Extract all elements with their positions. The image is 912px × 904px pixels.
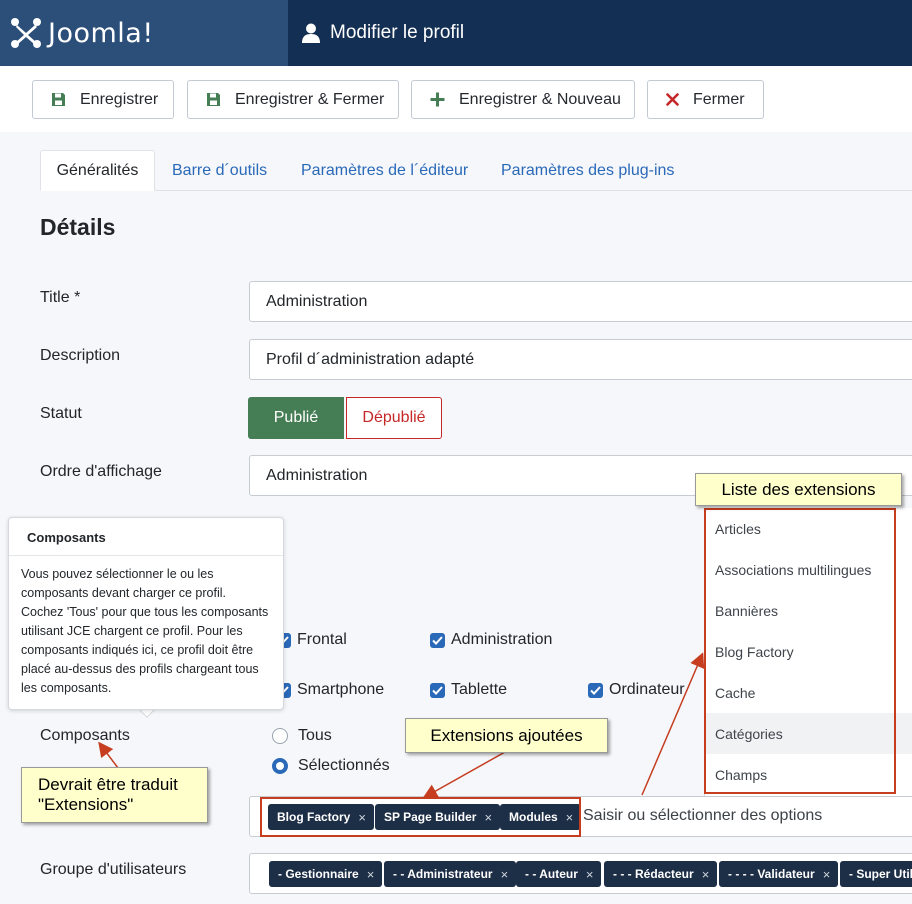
close-icon — [666, 93, 679, 106]
chip-validateur: - - - - Validateur × — [719, 861, 839, 887]
radio-label: Tous — [298, 727, 332, 744]
title-value: Administration — [266, 292, 368, 310]
save-new-label: Enregistrer & Nouveau — [459, 90, 621, 108]
joomla-logo-icon — [11, 18, 41, 48]
checkbox-ordinateur[interactable]: Ordinateur — [588, 681, 685, 699]
checkbox-tablette[interactable]: Tablette — [430, 681, 507, 699]
save-button[interactable]: Enregistrer — [32, 80, 174, 119]
chip-label: - - Administrateur — [393, 867, 493, 881]
remove-icon[interactable]: × — [823, 867, 831, 882]
page-title: Modifier le profil — [302, 0, 464, 66]
logo[interactable]: Joomla! — [0, 0, 288, 66]
checkbox-administration[interactable]: Administration — [430, 631, 552, 649]
radio-all[interactable]: Tous — [272, 727, 332, 745]
page-title-text: Modifier le profil — [330, 22, 465, 43]
checkbox-checked-icon — [588, 682, 603, 698]
plus-icon — [430, 92, 445, 107]
usergroup-label: Groupe d'utilisateurs — [40, 861, 187, 878]
save-close-button[interactable]: Enregistrer & Fermer — [187, 80, 399, 119]
components-label: Composants — [40, 727, 130, 744]
save-new-button[interactable]: Enregistrer & Nouveau — [411, 80, 635, 119]
description-input[interactable]: Profil d´administration adapté — [249, 339, 912, 380]
logo-text: Joomla! — [48, 17, 154, 49]
order-value: Administration — [266, 466, 368, 484]
checkbox-label: Smartphone — [297, 681, 385, 698]
radio-selected[interactable]: Sélectionnés — [272, 757, 390, 775]
radio-on-icon — [272, 758, 288, 774]
chip-super-utilisateur: - Super Utili — [840, 861, 912, 887]
added-extensions-highlight — [260, 797, 581, 837]
remove-icon[interactable]: × — [702, 867, 710, 882]
extensions-list-highlight — [704, 508, 896, 794]
user-icon — [302, 23, 320, 43]
note-translation: Devrait être traduit "Extensions" — [21, 767, 208, 823]
remove-icon[interactable]: × — [586, 867, 594, 882]
note-extensions-list: Liste des extensions — [695, 473, 902, 506]
checkbox-checked-icon — [430, 632, 445, 648]
chip-label: - Super Utili — [849, 867, 912, 881]
order-label: Ordre d'affichage — [40, 463, 162, 480]
remove-icon[interactable]: × — [367, 867, 375, 882]
description-value: Profil d´administration adapté — [266, 350, 475, 368]
tab-toolbar[interactable]: Barre d´outils — [172, 150, 267, 191]
tab-plugin-params[interactable]: Paramètres des plug-ins — [501, 150, 674, 191]
close-label: Fermer — [693, 90, 745, 108]
checkbox-label: Frontal — [297, 631, 347, 648]
checkbox-label: Administration — [451, 631, 553, 648]
checkbox-frontal[interactable]: Frontal — [276, 631, 347, 649]
chip-auteur: - - Auteur × — [516, 861, 602, 887]
chip-label: - Gestionnaire — [278, 867, 359, 881]
note-translation-line1: Devrait être traduit — [38, 775, 178, 794]
usergroup-multiselect[interactable]: - Gestionnaire × - - Administrateur × - … — [249, 853, 912, 894]
save-close-label: Enregistrer & Fermer — [235, 90, 385, 108]
floppy-disk-icon — [207, 93, 220, 106]
chip-label: - - - Rédacteur — [613, 867, 694, 881]
tooltip-title: Composants — [9, 518, 283, 556]
description-label: Description — [40, 347, 121, 364]
tab-general[interactable]: Généralités — [40, 150, 155, 191]
radio-off-icon — [272, 728, 288, 744]
toolbar: Enregistrer Enregistrer & Fermer Enregis… — [0, 66, 912, 132]
title-label: Title * — [40, 289, 81, 306]
note-translation-line2: "Extensions" — [38, 795, 134, 814]
title-input[interactable]: Administration — [249, 281, 912, 322]
chip-administrateur: - - Administrateur × — [384, 861, 517, 887]
header: Joomla! Modifier le profil — [0, 0, 912, 66]
status-published-button[interactable]: Publié — [248, 397, 344, 439]
save-label: Enregistrer — [80, 90, 159, 108]
tab-editor-params[interactable]: Paramètres de l´éditeur — [301, 150, 468, 191]
close-button[interactable]: Fermer — [647, 80, 764, 119]
chip-label: - - - - Validateur — [728, 867, 815, 881]
chip-redacteur: - - - Rédacteur × — [604, 861, 718, 887]
components-tooltip: Composants Vous pouvez sélectionner le o… — [8, 517, 284, 710]
checkbox-checked-icon — [430, 682, 445, 698]
components-search-input[interactable]: Saisir ou sélectionner des options — [583, 807, 822, 825]
status-label: Statut — [40, 405, 82, 422]
checkbox-label: Tablette — [451, 681, 508, 698]
checkbox-label: Ordinateur — [609, 681, 685, 698]
note-added-extensions: Extensions ajoutées — [405, 718, 608, 753]
checkbox-smartphone[interactable]: Smartphone — [276, 681, 384, 699]
chip-gestionnaire: - Gestionnaire × — [269, 861, 383, 887]
tab-bar: Généralités Barre d´outils Paramètres de… — [40, 150, 912, 191]
remove-icon[interactable]: × — [501, 867, 509, 882]
status-unpublished-button[interactable]: Dépublié — [346, 397, 442, 439]
chip-label: - - Auteur — [525, 867, 578, 881]
floppy-disk-icon — [52, 93, 65, 106]
section-title: Détails — [40, 214, 116, 240]
radio-label: Sélectionnés — [298, 757, 390, 774]
tooltip-body: Vous pouvez sélectionner le ou les compo… — [21, 567, 269, 695]
